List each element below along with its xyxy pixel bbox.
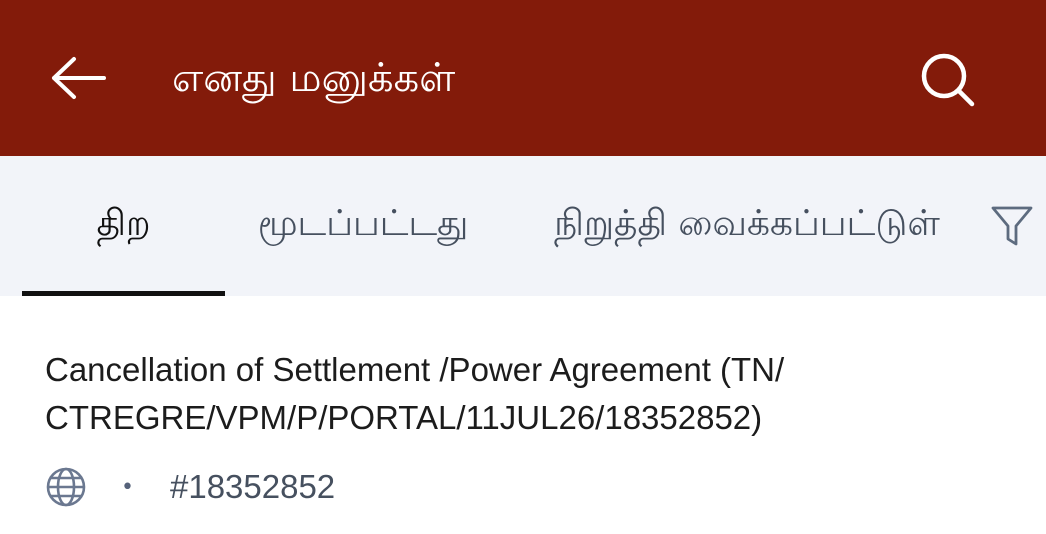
tab-open[interactable]: திற	[22, 156, 225, 296]
arrow-left-icon	[52, 57, 106, 99]
petition-number: #18352852	[169, 468, 336, 505]
separator-dot: •	[121, 474, 134, 500]
petition-card[interactable]: Cancellation of Settlement /Power Agreem…	[0, 296, 1046, 534]
petition-title: Cancellation of Settlement /Power Agreem…	[45, 351, 785, 436]
app-bar: எனது மனுக்கள்	[0, 0, 1046, 156]
globe-icon	[46, 467, 86, 507]
petition-meta: • #18352852	[45, 466, 335, 508]
tab-bar: திற மூடப்பட்டது நிறுத்தி வைக்கப்பட்டுள்	[0, 156, 1046, 296]
tab-on-hold[interactable]: நிறுத்தி வைக்கப்பட்டுள்	[508, 156, 986, 296]
search-button[interactable]	[910, 44, 986, 116]
filter-icon	[991, 206, 1033, 246]
filter-button[interactable]	[984, 198, 1040, 254]
back-button[interactable]	[40, 44, 116, 112]
page-title: எனது மனுக்கள்	[172, 55, 456, 101]
search-icon	[921, 53, 975, 107]
tab-closed[interactable]: மூடப்பட்டது	[238, 156, 488, 296]
